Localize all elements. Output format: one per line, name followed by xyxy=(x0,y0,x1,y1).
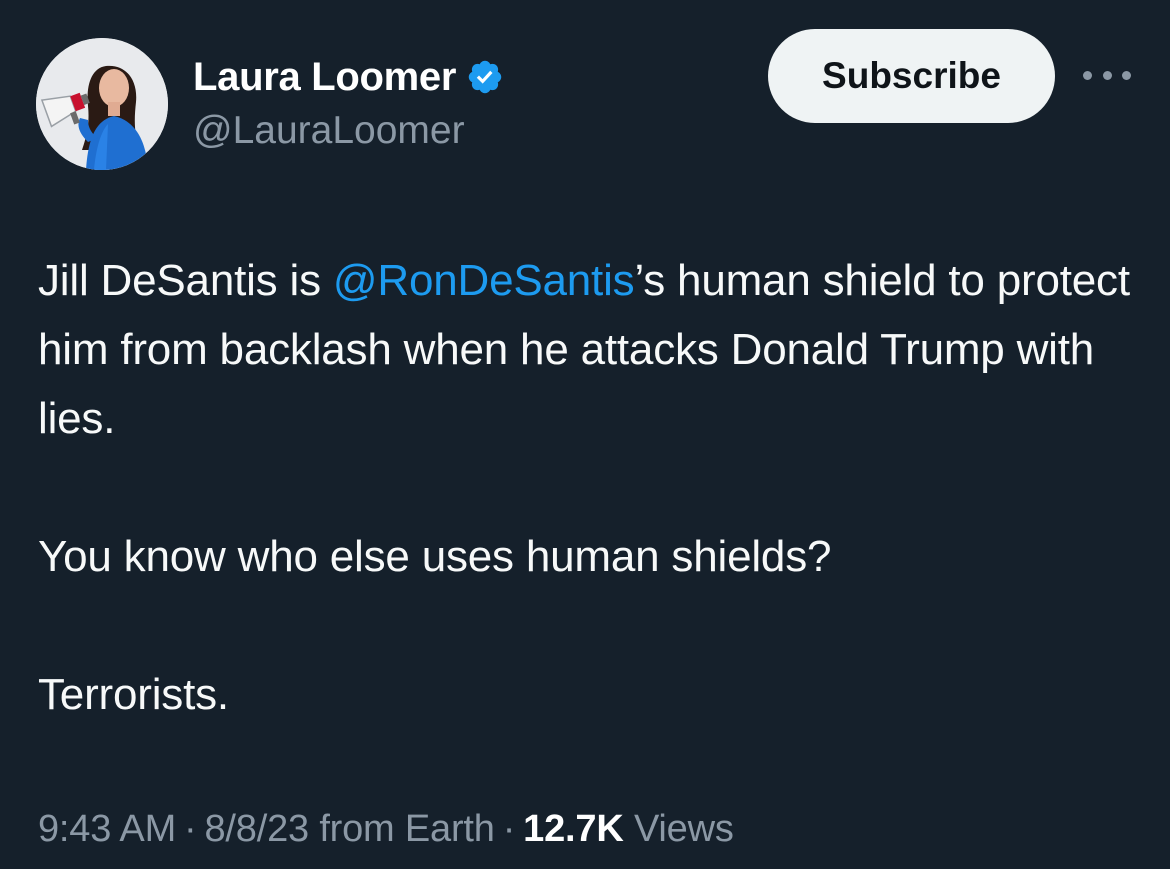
meta-separator: · xyxy=(184,808,197,850)
views-count[interactable]: 12.7K xyxy=(523,808,624,850)
tweet-card: Laura Loomer @LauraLoomer Subscribe Jill… xyxy=(0,0,1170,869)
tweet-time[interactable]: 9:43 AM xyxy=(38,808,176,850)
tweet-paragraph-3: Terrorists. xyxy=(38,670,229,719)
tweet-date[interactable]: 8/8/23 xyxy=(205,808,310,850)
tweet-paragraph-2: You know who else uses human shields? xyxy=(38,532,832,581)
meta-separator: · xyxy=(502,808,516,850)
avatar-image xyxy=(36,38,168,170)
more-dot xyxy=(1102,70,1112,80)
author-display-name[interactable]: Laura Loomer xyxy=(193,55,456,100)
tweet-meta: 9:43 AM · 8/8/23 from Earth · 12.7K Views xyxy=(38,808,734,851)
mention-link[interactable]: @RonDeSantis xyxy=(333,256,635,305)
more-dot xyxy=(1122,70,1131,80)
tweet-source: from Earth xyxy=(319,808,495,850)
tweet-text: Jill DeSantis is @RonDeSantis’s human sh… xyxy=(38,246,1148,729)
subscribe-button[interactable]: Subscribe xyxy=(768,29,1055,123)
more-horizontal-icon[interactable] xyxy=(1083,62,1131,88)
author-name-row: Laura Loomer xyxy=(193,54,504,100)
more-dot xyxy=(1083,70,1092,80)
author-handle[interactable]: @LauraLoomer xyxy=(193,109,465,153)
views-label: Views xyxy=(633,808,734,850)
avatar[interactable] xyxy=(36,38,168,170)
tweet-paragraph-1: Jill DeSantis is @RonDeSantis’s human sh… xyxy=(38,246,1148,453)
verified-badge-icon xyxy=(466,58,504,96)
tweet-text-pre: Jill DeSantis is xyxy=(38,256,333,305)
